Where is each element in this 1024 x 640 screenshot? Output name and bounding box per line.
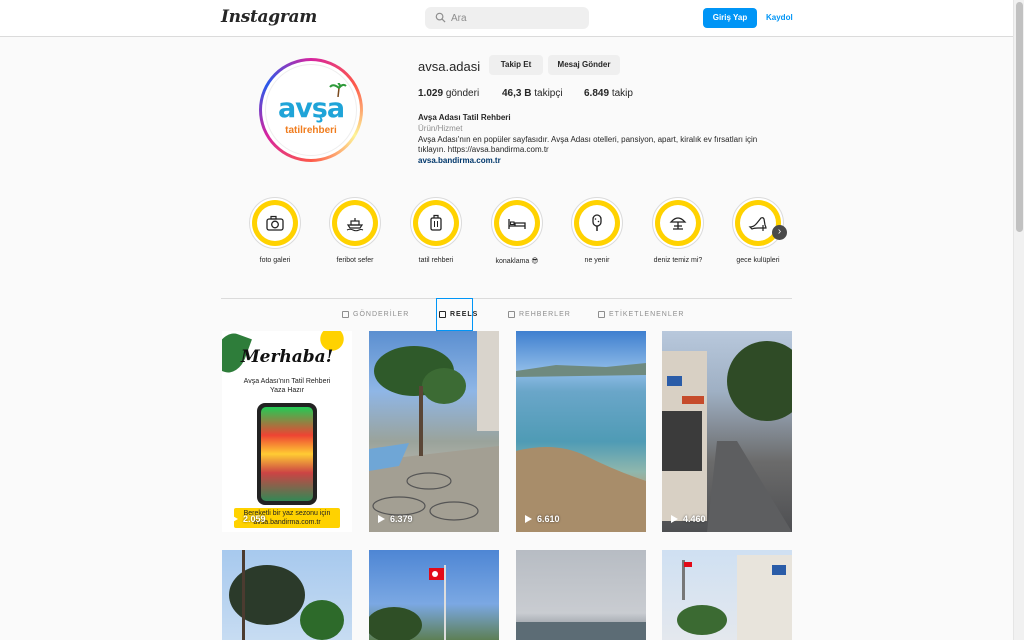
highlight-item[interactable]: foto galeri xyxy=(245,197,305,264)
search-icon xyxy=(435,12,446,23)
promo-subtitle-line2: Yaza Hazır xyxy=(269,387,305,394)
highlight-label: ne yenir xyxy=(584,257,610,264)
highlight-item[interactable]: tatil rehberi xyxy=(406,197,466,264)
signup-link[interactable]: Kaydol xyxy=(766,13,793,22)
posts-count: 1.029 xyxy=(418,88,444,99)
reels-icon xyxy=(439,311,446,318)
reel-tile[interactable] xyxy=(516,550,646,640)
highlights-next-arrow-icon[interactable]: › xyxy=(772,225,787,240)
avatar-logo-image: avşa tatilrehberi xyxy=(265,64,357,156)
highlight-item[interactable]: feribot sefer xyxy=(325,197,385,264)
reel-tile[interactable] xyxy=(369,550,499,640)
play-icon xyxy=(671,515,678,523)
tab-guides[interactable]: REHBERLER xyxy=(508,311,571,318)
bio-text: Avşa Adası'nın en popüler sayfasıdır. Av… xyxy=(418,135,758,154)
suitcase-icon xyxy=(430,214,442,231)
bed-icon xyxy=(508,219,526,229)
beach-umbrella-icon xyxy=(669,217,687,230)
profile-username: avsa.adasi xyxy=(418,59,481,74)
reel-tile[interactable]: 4.460 xyxy=(662,331,792,532)
followers-label: takipçi xyxy=(534,88,563,99)
highlight-label: feribot sefer xyxy=(336,257,374,264)
tagged-icon xyxy=(598,311,605,318)
message-button[interactable]: Mesaj Gönder xyxy=(548,55,620,75)
highlight-label: gece kulüpleri xyxy=(736,257,780,264)
cloudy-sea-image xyxy=(516,622,646,640)
following-stat[interactable]: 6.849 takip xyxy=(584,88,633,99)
tree-sky-image xyxy=(229,550,344,640)
following-count: 6.849 xyxy=(584,88,610,99)
reel-tile[interactable]: 6.610 xyxy=(516,331,646,532)
view-count-text: 2.059 xyxy=(243,514,266,524)
highlight-item[interactable]: konaklama 😎 xyxy=(487,197,547,265)
high-heel-icon xyxy=(748,217,767,231)
search-box[interactable] xyxy=(425,7,589,29)
page-scrollbar[interactable] xyxy=(1013,0,1024,640)
profile-avatar[interactable]: avşa tatilrehberi xyxy=(259,58,363,162)
tab-posts[interactable]: GÖNDERİLER xyxy=(342,311,409,318)
scrollbar-thumb[interactable] xyxy=(1016,2,1023,232)
tab-label: REELS xyxy=(450,311,479,318)
top-navigation-bar: Instagram Giriş Yap Kaydol xyxy=(0,0,1013,37)
reel-view-count: 6.379 xyxy=(378,514,413,524)
beach-sea-image xyxy=(516,363,646,532)
login-button[interactable]: Giriş Yap xyxy=(703,8,757,28)
view-count-text: 4.460 xyxy=(683,514,706,524)
instagram-logo[interactable]: Instagram xyxy=(221,7,317,27)
street-shops-image xyxy=(662,341,792,532)
highlight-item[interactable]: deniz temiz mi? xyxy=(648,197,708,264)
tab-label: ETİKETLENENLER xyxy=(609,311,685,318)
flag-harbour-image xyxy=(369,565,446,640)
avatar-brand-main: avşa xyxy=(277,93,345,124)
avatar-brand-sub: tatilrehberi xyxy=(285,125,337,136)
followers-stat[interactable]: 46,3 B takipçi xyxy=(502,88,563,99)
posts-label: gönderi xyxy=(445,88,480,99)
reel-tile[interactable]: 6.379 xyxy=(369,331,499,532)
play-icon xyxy=(231,515,238,523)
promo-title: Merhaba! xyxy=(240,347,334,367)
phone-mockup-image xyxy=(257,403,317,505)
tab-label: REHBERLER xyxy=(519,311,571,318)
grid-icon xyxy=(342,311,349,318)
view-count-text: 6.610 xyxy=(537,514,560,524)
guide-icon xyxy=(508,311,515,318)
highlight-label: konaklama 😎 xyxy=(495,258,539,265)
play-icon xyxy=(525,515,532,523)
reel-view-count: 2.059 xyxy=(231,514,266,524)
reel-view-count: 6.610 xyxy=(525,514,560,524)
highlight-label: deniz temiz mi? xyxy=(653,257,703,264)
highlight-label: tatil rehberi xyxy=(418,257,454,264)
reel-tile[interactable] xyxy=(222,550,352,640)
ice-cream-icon xyxy=(592,214,602,231)
tab-label: GÖNDERİLER xyxy=(353,311,410,318)
view-count-text: 6.379 xyxy=(390,514,413,524)
seaside-promenade-image xyxy=(369,331,499,532)
search-input[interactable] xyxy=(451,10,581,26)
bio-website-link[interactable]: avsa.bandirma.com.tr xyxy=(418,156,501,165)
reel-tile[interactable]: Merhaba! Avşa Adası'nın Tatil Rehberi Yaz… xyxy=(222,331,352,532)
bio-category: Ürün/Hizmet xyxy=(418,124,463,133)
ferry-icon xyxy=(346,218,364,232)
town-street-image xyxy=(677,555,792,640)
posts-stat: 1.029 gönderi xyxy=(418,88,479,99)
highlight-label: foto galeri xyxy=(259,257,291,264)
follow-button[interactable]: Takip Et xyxy=(489,55,543,75)
reel-view-count: 4.460 xyxy=(671,514,706,524)
reel-tile[interactable] xyxy=(662,550,792,640)
play-icon xyxy=(378,515,385,523)
promo-subtitle-line1: Avşa Adası'nın Tatil Rehberi xyxy=(243,378,331,385)
promo-subtitle: Avşa Adası'nın Tatil Rehberi Yaza Hazır xyxy=(222,377,352,395)
followers-count: 46,3 B xyxy=(502,88,532,99)
tabs-divider xyxy=(221,298,792,299)
highlight-item[interactable]: ne yenir xyxy=(567,197,627,264)
tab-reels[interactable]: REELS xyxy=(439,311,478,318)
bio-full-name: Avşa Adası Tatil Rehberi xyxy=(418,113,511,122)
following-label: takip xyxy=(611,88,633,99)
tab-tagged[interactable]: ETİKETLENENLER xyxy=(598,311,684,318)
camera-icon xyxy=(266,215,284,231)
